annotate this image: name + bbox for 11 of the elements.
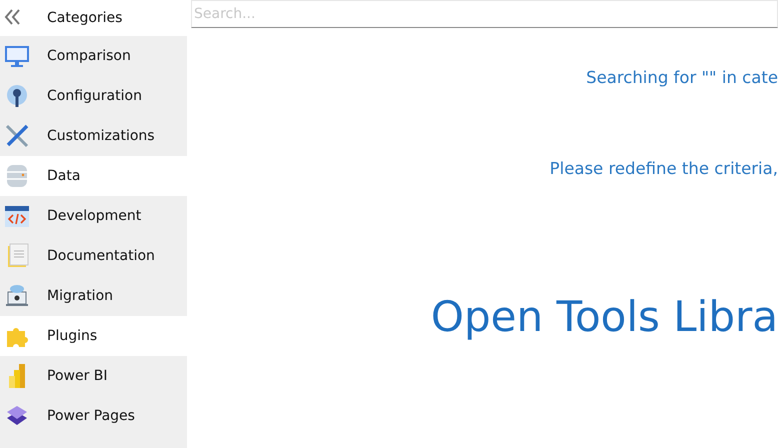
status-message: Please redefine the criteria, — [550, 159, 778, 178]
sidebar-title: Categories — [47, 10, 122, 26]
monitor-icon — [4, 43, 30, 69]
double-chevron-icon — [4, 8, 22, 24]
laptop-cloud-icon — [4, 283, 30, 309]
sidebar-item[interactable]: Data — [0, 156, 187, 196]
banner-title: Open Tools Libra — [430, 292, 778, 341]
code-window-icon — [4, 203, 30, 229]
status-message: Searching for "" in cate — [586, 68, 778, 87]
database-icon — [4, 163, 30, 189]
sidebar-item[interactable]: Plugins — [0, 316, 187, 356]
